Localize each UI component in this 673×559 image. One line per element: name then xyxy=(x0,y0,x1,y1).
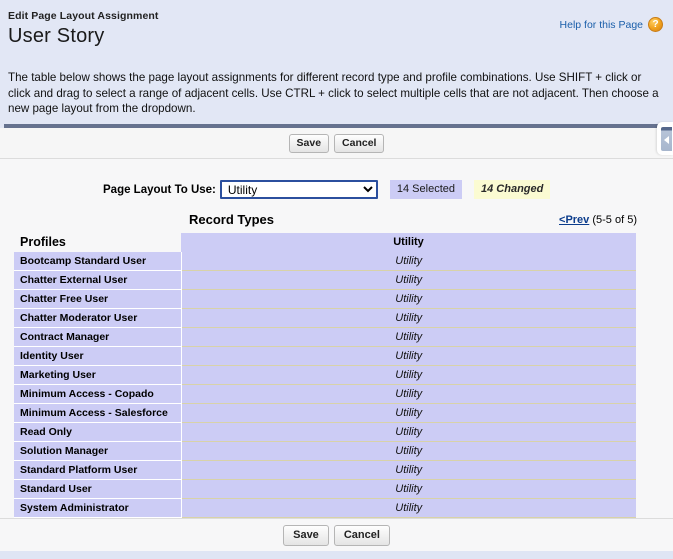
pagination: <Prev (5-5 of 5) xyxy=(559,214,637,226)
table-row: Chatter External User Utility xyxy=(14,270,636,290)
question-mark-circle-icon[interactable]: ? xyxy=(648,17,663,32)
sidebar-collapse-handle[interactable] xyxy=(657,122,673,155)
page-layout-assignment-cell[interactable]: Utility xyxy=(181,365,636,385)
selected-count-badge: 14 Selected xyxy=(389,180,462,199)
profile-name-cell: System Administrator xyxy=(14,498,182,518)
table-row: Bootcamp Standard User Utility xyxy=(14,252,636,271)
page-layout-assignment-cell[interactable]: Utility xyxy=(181,479,636,499)
save-button-bottom[interactable]: Save xyxy=(283,524,329,546)
table-body: Bootcamp Standard User Utility Chatter Ext… xyxy=(14,252,636,518)
table-row: Chatter Moderator User Utility xyxy=(14,308,636,328)
bottom-button-bar: Save Cancel xyxy=(0,518,673,551)
page-layout-assignment-cell[interactable]: Utility xyxy=(181,346,636,366)
main-content: Page Layout To Use: Utility 14 Selected … xyxy=(0,159,673,518)
page-layout-assignment-cell[interactable]: Utility xyxy=(181,327,636,347)
page-layout-assignment-cell[interactable]: Utility xyxy=(181,460,636,480)
page-header: Edit Page Layout Assignment User Story H… xyxy=(0,0,673,128)
prev-page-link[interactable]: <Prev xyxy=(559,214,589,226)
profile-name-cell: Chatter External User xyxy=(14,270,182,290)
profiles-column-header: Profiles xyxy=(14,233,181,252)
table-row: Minimum Access - Salesforce Utility xyxy=(14,403,636,423)
profile-name-cell: Chatter Moderator User xyxy=(14,308,182,328)
page-layout-assignment-cell[interactable]: Utility xyxy=(181,441,636,461)
page-layout-assignment-table: Profiles Utility Bootcamp Standard User U… xyxy=(14,233,636,518)
help-for-this-page[interactable]: Help for this Page ? xyxy=(560,17,663,32)
profile-name-cell: Minimum Access - Salesforce xyxy=(14,403,182,423)
table-caption-row: Record Types <Prev (5-5 of 5) xyxy=(14,212,659,231)
top-button-bar: Save Cancel xyxy=(0,122,673,159)
record-type-column-header: Utility xyxy=(181,233,636,252)
save-button-top[interactable]: Save xyxy=(288,133,330,153)
profile-name-cell: Solution Manager xyxy=(14,441,182,461)
cancel-button-top[interactable]: Cancel xyxy=(334,133,385,153)
page-layout-assignment-cell[interactable]: Utility xyxy=(181,403,636,423)
profile-name-cell: Standard Platform User xyxy=(14,460,182,480)
page-layout-assignment-cell[interactable]: Utility xyxy=(181,270,636,290)
table-row: Marketing User Utility xyxy=(14,365,636,385)
page-layout-select[interactable]: Utility xyxy=(219,180,378,199)
page-layout-control-row: Page Layout To Use: Utility 14 Selected … xyxy=(0,159,673,199)
chevron-left-icon[interactable] xyxy=(660,126,672,151)
table-row: Minimum Access - Copado Utility xyxy=(14,384,636,404)
profile-name-cell: Minimum Access - Copado xyxy=(14,384,182,404)
table-row: Identity User Utility xyxy=(14,346,636,366)
page-layout-assignment-cell[interactable]: Utility xyxy=(181,308,636,328)
assignment-table-wrapper: Record Types <Prev (5-5 of 5) Profiles U… xyxy=(0,212,673,518)
intro-description: The table below shows the page layout as… xyxy=(8,71,659,115)
table-row: Read Only Utility xyxy=(14,422,636,442)
page-layout-assignment-cell[interactable]: Utility xyxy=(181,384,636,404)
table-row: System Administrator Utility xyxy=(14,498,636,518)
profile-name-cell: Identity User xyxy=(14,346,182,366)
table-row: Standard Platform User Utility xyxy=(14,460,636,480)
help-link-label[interactable]: Help for this Page xyxy=(560,19,643,31)
profile-name-cell: Marketing User xyxy=(14,365,182,385)
profile-name-cell: Read Only xyxy=(14,422,182,442)
table-row: Solution Manager Utility xyxy=(14,441,636,461)
profile-name-cell: Bootcamp Standard User xyxy=(14,252,182,271)
page-layout-assignment-cell[interactable]: Utility xyxy=(181,498,636,518)
table-head: Profiles Utility xyxy=(14,233,636,252)
cancel-button-bottom[interactable]: Cancel xyxy=(333,524,390,546)
profile-name-cell: Contract Manager xyxy=(14,327,182,347)
profile-name-cell: Standard User xyxy=(14,479,182,499)
page-layout-assignment-cell[interactable]: Utility xyxy=(181,422,636,442)
chevron-left-glyph xyxy=(663,136,669,144)
pagination-range: (5-5 of 5) xyxy=(592,214,637,226)
table-row: Contract Manager Utility xyxy=(14,327,636,347)
record-types-title: Record Types xyxy=(189,212,275,227)
page-layout-assignment-cell[interactable]: Utility xyxy=(181,289,636,309)
page-layout-to-use-label: Page Layout To Use: xyxy=(103,183,216,196)
footer-strip xyxy=(0,551,673,559)
table-header-row: Profiles Utility xyxy=(14,233,636,252)
page-layout-assignment-cell[interactable]: Utility xyxy=(181,252,636,271)
profile-name-cell: Chatter Free User xyxy=(14,289,182,309)
table-row: Chatter Free User Utility xyxy=(14,289,636,309)
table-row: Standard User Utility xyxy=(14,479,636,499)
changed-count-badge: 14 Changed xyxy=(474,180,551,199)
